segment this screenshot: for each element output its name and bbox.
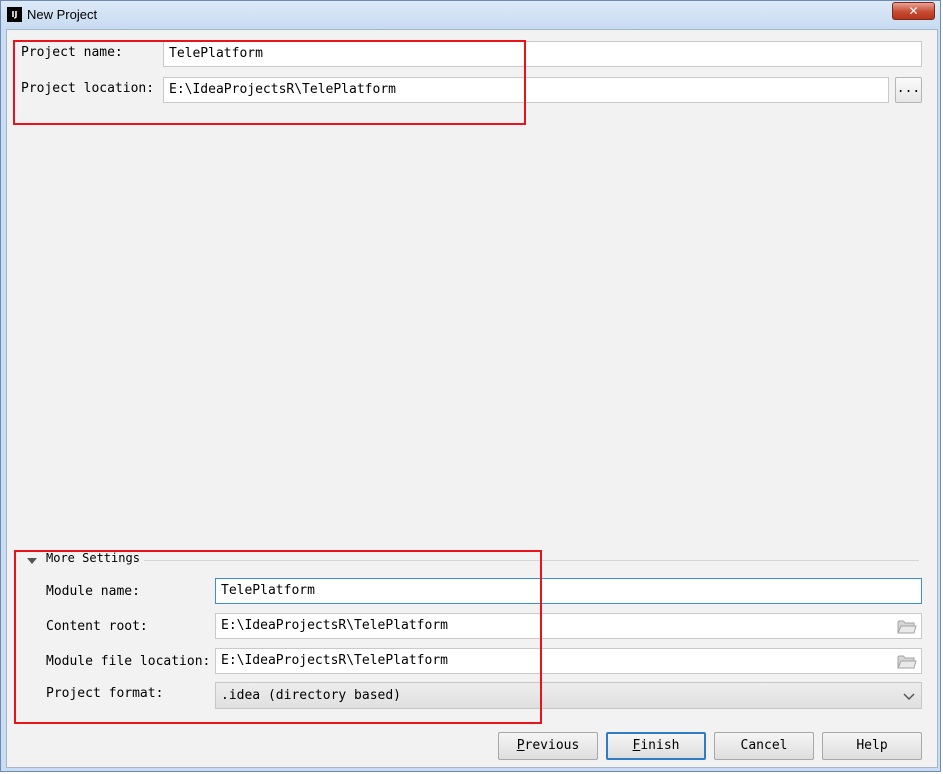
help-button[interactable]: Help [822,732,922,760]
new-project-window: IJ New Project ✕ Project name: TelePlatf… [0,0,941,772]
previous-mnemonic: P [516,738,525,753]
title-bar[interactable]: IJ New Project ✕ [1,1,940,29]
window-title: New Project [27,7,98,22]
cancel-button[interactable]: Cancel [714,732,814,760]
finish-label: inish [640,738,680,753]
browse-location-button[interactable]: ... [895,77,922,103]
dialog-content: Project name: TelePlatform Project locat… [6,29,938,768]
highlight-box-project [13,40,526,125]
highlight-box-more-settings [14,550,542,724]
chevron-down-icon [903,693,915,701]
intellij-app-icon: IJ [7,7,22,22]
folder-icon[interactable] [897,619,917,634]
finish-button[interactable]: Finish [606,732,706,760]
previous-button[interactable]: Previous [498,732,598,760]
folder-icon[interactable] [897,654,917,669]
close-window-button[interactable]: ✕ [892,2,935,20]
previous-label: revious [524,738,580,753]
